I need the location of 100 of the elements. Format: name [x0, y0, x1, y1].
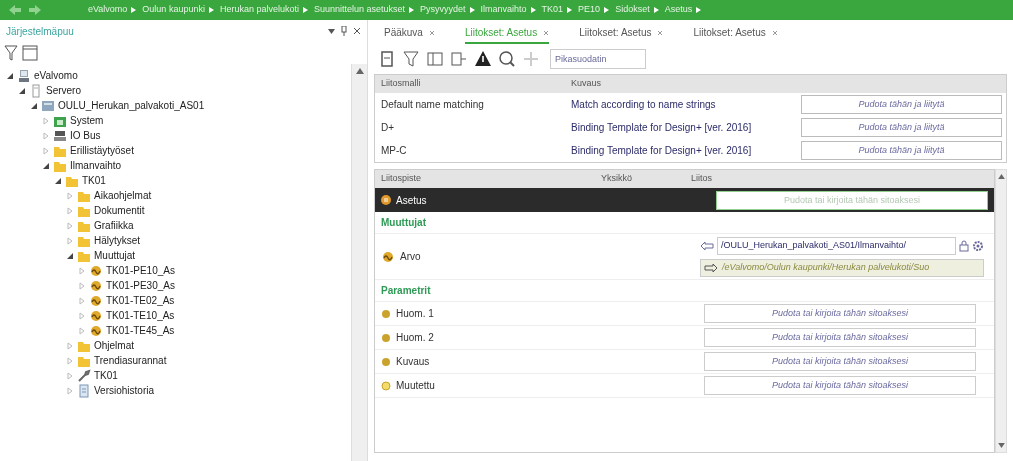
binding-input-field[interactable]: Pudota tai kirjoita tähän sitoaksesi: [716, 190, 988, 210]
tree-item[interactable]: TK01-PE30_As: [106, 278, 175, 293]
row-label: Arvo: [400, 250, 422, 264]
tree-item[interactable]: eValvomo: [34, 68, 78, 83]
drop-field[interactable]: Pudota tai kirjoita tähän sitoaksesi: [704, 376, 976, 395]
warning-icon[interactable]: [474, 50, 492, 68]
collapsed-arrow-icon[interactable]: [66, 371, 74, 380]
tree-item[interactable]: OULU_Herukan_palvakoti_AS01: [58, 98, 205, 113]
collapsed-arrow-icon[interactable]: [78, 296, 86, 305]
scroll-up-icon[interactable]: [355, 68, 364, 74]
expanded-arrow-icon[interactable]: [30, 101, 38, 110]
collapsed-arrow-icon[interactable]: [66, 206, 74, 215]
column-header[interactable]: Liitospiste: [375, 172, 595, 186]
collapsed-arrow-icon[interactable]: [42, 146, 50, 155]
scrollbar[interactable]: [995, 169, 1007, 453]
parameter-icon: [381, 380, 391, 391]
collapsed-arrow-icon[interactable]: [42, 116, 50, 125]
binding-icon[interactable]: [378, 50, 396, 68]
gear-icon[interactable]: [972, 239, 984, 252]
chevron-icon: [302, 7, 308, 13]
collapsed-arrow-icon[interactable]: [78, 281, 86, 290]
collapsed-arrow-icon[interactable]: [66, 356, 74, 365]
back-icon[interactable]: [8, 4, 22, 16]
collapsed-arrow-icon[interactable]: [78, 311, 86, 320]
dropdown-icon[interactable]: [328, 28, 335, 34]
columns-icon[interactable]: [426, 50, 444, 68]
table-cell-text: Binding Template for Design+ [ver. 2016]: [570, 121, 753, 135]
tree-item[interactable]: TK01-TE10_As: [106, 308, 175, 323]
tree-item[interactable]: TK01-PE10_As: [106, 263, 175, 278]
collapsed-arrow-icon[interactable]: [66, 386, 74, 395]
collapsed-arrow-icon[interactable]: [66, 191, 74, 200]
collapsed-arrow-icon[interactable]: [66, 221, 74, 230]
binding-path-field[interactable]: /OULU_Herukan_palvakoti_AS01/Ilmanvaihto/: [717, 236, 956, 255]
collapsed-arrow-icon[interactable]: [78, 266, 86, 275]
drop-field[interactable]: Pudota tähän ja liitytä: [801, 118, 1002, 137]
search-icon[interactable]: [498, 50, 516, 68]
selected-row[interactable]: Asetus Pudota tai kirjoita tähän sitoaksesi: [375, 188, 994, 212]
collapsed-arrow-icon[interactable]: [66, 236, 74, 245]
tree-item[interactable]: Aikaohjelmat: [94, 188, 152, 203]
collapsed-arrow-icon[interactable]: [42, 131, 50, 140]
drop-field[interactable]: Pudota tai kirjoita tähän sitoaksesi: [704, 328, 976, 347]
close-icon[interactable]: [353, 27, 361, 35]
drop-field[interactable]: Pudota tai kirjoita tähän sitoaksesi: [704, 352, 976, 371]
tab[interactable]: Pääkuva: [384, 25, 435, 44]
tree-item[interactable]: Erillistäytyöset: [70, 143, 134, 158]
arrow-left-icon: [700, 240, 714, 251]
tree-item[interactable]: Dokumentit: [94, 203, 145, 218]
drop-field[interactable]: Pudota tähän ja liitytä: [801, 95, 1002, 114]
quick-filter-field[interactable]: Pikasuodatin: [550, 49, 646, 69]
window-icon[interactable]: [22, 45, 38, 61]
collapsed-arrow-icon[interactable]: [66, 341, 74, 350]
tree-item[interactable]: Hälytykset: [94, 233, 141, 248]
section-title: Muuttujat: [381, 216, 426, 230]
tree-item[interactable]: Muuttujat: [94, 248, 136, 263]
tree-item[interactable]: Ohjelmat: [94, 338, 134, 353]
tree-item[interactable]: TK01-TE45_As: [106, 323, 175, 338]
tab[interactable]: Liitokset: Asetus: [693, 25, 778, 44]
expanded-arrow-icon[interactable]: [66, 251, 74, 260]
tree-item[interactable]: IO Bus: [70, 128, 101, 143]
forward-icon[interactable]: [28, 4, 42, 16]
scroll-up-icon[interactable]: [997, 174, 1005, 179]
tree-item[interactable]: Versiohistoria: [94, 383, 155, 398]
tree-item[interactable]: System: [70, 113, 104, 128]
pin-icon[interactable]: [341, 26, 347, 36]
row-label: Kuvaus: [396, 355, 431, 369]
filter-icon[interactable]: [4, 45, 18, 61]
expanded-arrow-icon[interactable]: [6, 71, 14, 80]
expanded-arrow-icon[interactable]: [18, 86, 26, 95]
column-header[interactable]: Kuvaus: [565, 77, 608, 91]
row-label: Huom. 1: [396, 307, 435, 321]
tab[interactable]: Liitokset: Asetus: [579, 25, 664, 44]
scrollbar[interactable]: [351, 64, 367, 461]
tree-item[interactable]: TK01: [94, 368, 118, 383]
column-header[interactable]: Liitos: [685, 172, 718, 186]
tree-item[interactable]: Servero: [46, 83, 81, 98]
tree-item[interactable]: TK01-TE02_As: [106, 293, 175, 308]
table-cell-text: D+: [380, 121, 396, 135]
panel-title: Järjestelmäpuu: [6, 24, 74, 39]
variable-icon: [89, 278, 103, 293]
add-icon[interactable]: [522, 50, 540, 68]
variable-icon: [89, 323, 103, 338]
chevron-icon: [653, 7, 659, 13]
collapsed-arrow-icon[interactable]: [78, 326, 86, 335]
drop-field[interactable]: Pudota tai kirjoita tähän sitoaksesi: [704, 304, 976, 323]
export-icon[interactable]: [450, 50, 468, 68]
tree-item[interactable]: TK01: [82, 173, 106, 188]
expanded-arrow-icon[interactable]: [54, 176, 62, 185]
tree-item[interactable]: Ilmanvaihto: [70, 158, 122, 173]
tree-item[interactable]: Grafiikka: [94, 218, 134, 233]
section-title: Parametrit: [381, 284, 431, 298]
lock-icon[interactable]: [959, 239, 969, 252]
column-header[interactable]: Yksikkö: [595, 172, 685, 186]
scroll-down-icon[interactable]: [997, 443, 1005, 448]
tree-item[interactable]: Trendiasurannat: [94, 353, 167, 368]
filter-icon[interactable]: [402, 50, 420, 68]
expanded-arrow-icon[interactable]: [42, 161, 50, 170]
binding-point-icon: [381, 195, 391, 205]
column-header[interactable]: Liitosmalli: [375, 77, 565, 91]
drop-field[interactable]: Pudota tähän ja liitytä: [801, 141, 1002, 160]
document-icon: [77, 383, 91, 398]
